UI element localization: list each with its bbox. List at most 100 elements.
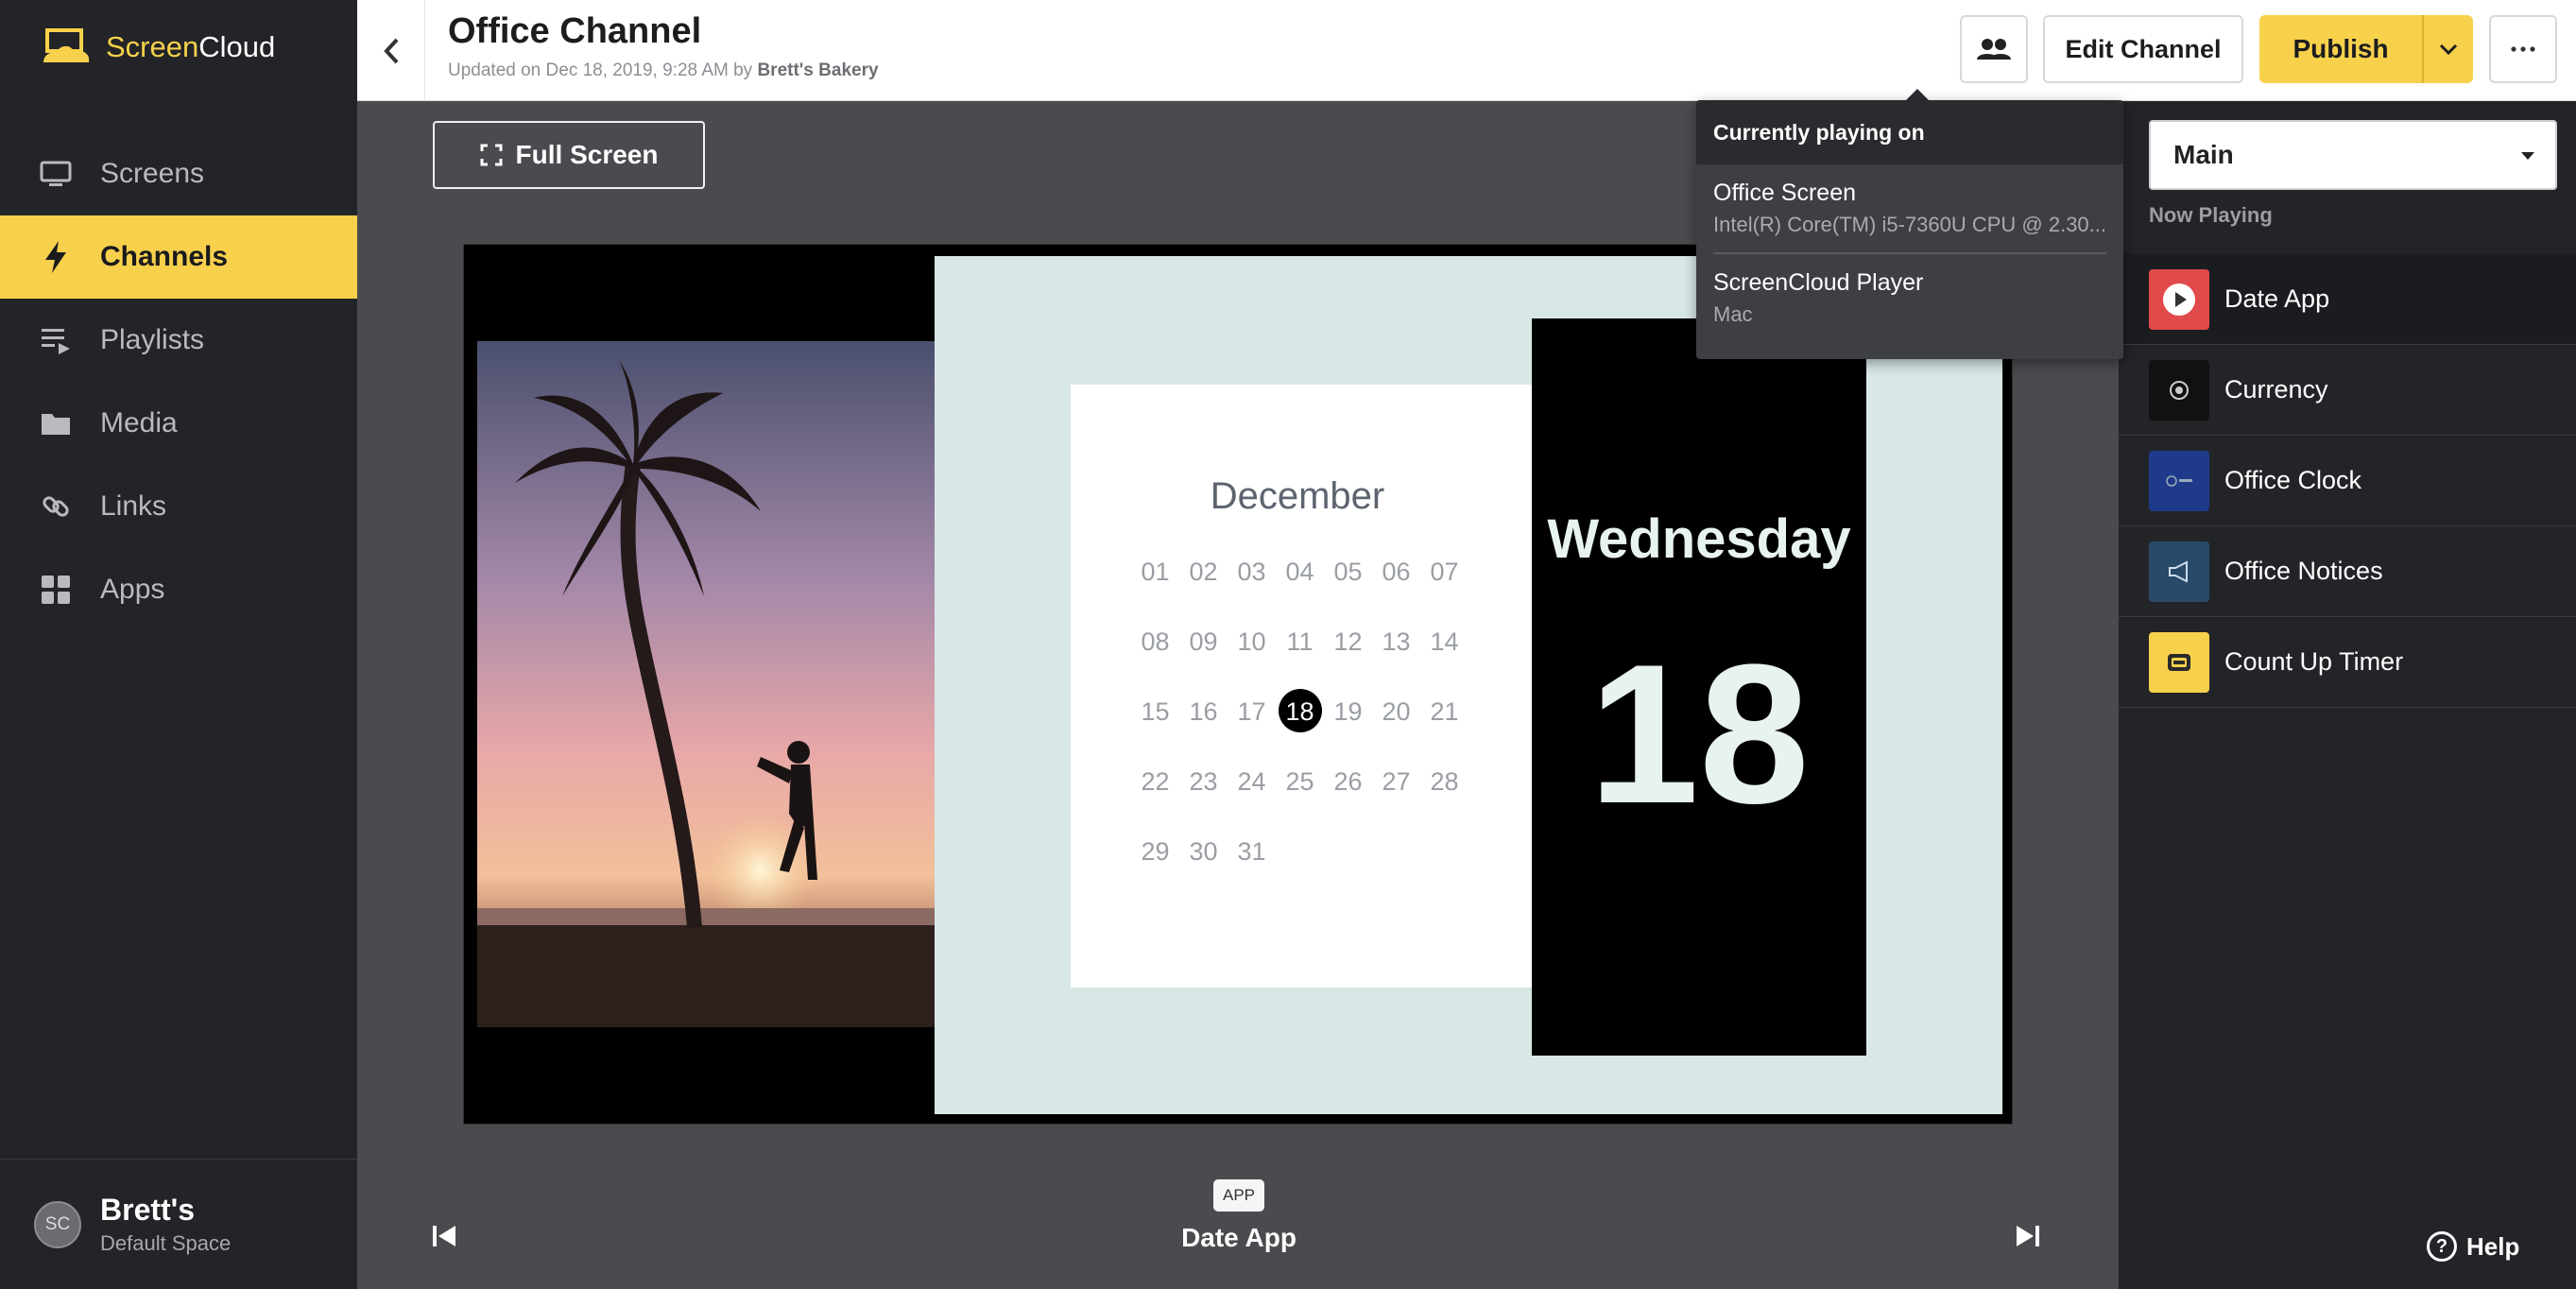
list-item-label: Count Up Timer [2224,647,2404,676]
link-icon [38,489,74,524]
sidebar-item-label: Playlists [100,324,205,355]
calendar-day: 28 [1430,767,1459,796]
list-item[interactable]: Office Clock [2119,436,2576,526]
channel-preview: December 01 02 03 04 05 06 07 08 09 10 11 12 13 14 15 1… [463,244,2013,1125]
logo[interactable]: ScreenCloud [40,26,275,68]
calendar-day: 08 [1141,627,1170,656]
megaphone-thumbnail-icon [2149,541,2209,602]
screen-item[interactable]: ScreenCloud Player Mac [1696,254,2123,327]
screen-description: Mac [1713,302,1753,326]
space-info: Brett's Default Space [100,1193,231,1256]
calendar-day-today: 18 [1276,689,1324,732]
calendar-day: 31 [1237,837,1266,866]
sidebar: ScreenCloud Screens Channels Playlists M… [0,0,357,1289]
list-item[interactable]: Date App [2119,254,2576,345]
fullscreen-label: Full Screen [515,140,659,169]
screencloud-logo-icon [43,28,90,62]
sidebar-item-links[interactable]: Links [0,465,357,548]
share-button[interactable] [1960,15,2028,83]
now-playing-title: Date App [1181,1223,1297,1252]
publish-button[interactable]: Publish [2259,15,2424,83]
weekday-label: Wednesday [1547,508,1851,570]
help-label: Help [2466,1231,2520,1261]
sidebar-item-label: Links [100,490,167,522]
list-item-label: Currency [2224,375,2328,404]
calendar-grid: 01 02 03 04 05 06 07 08 09 10 11 12 13 14 15 16 17 18 19 20… [1131,555,1468,868]
playlist-icon [38,322,74,358]
calendar-day: 01 [1141,558,1170,586]
screen-name: ScreenCloud Player [1713,269,1924,296]
fullscreen-icon [480,144,503,166]
list-item[interactable]: Currency [2119,345,2576,436]
edit-channel-button[interactable]: Edit Channel [2043,15,2243,83]
folder-icon [38,405,74,441]
timer-thumbnail-icon [2149,631,2209,693]
calendar-day: 21 [1430,697,1459,726]
calendar-day: 05 [1333,558,1363,586]
lightning-icon [38,239,74,275]
more-options-button[interactable] [2489,15,2557,83]
space-name: Brett's [100,1193,196,1227]
sidebar-item-media[interactable]: Media [0,382,357,465]
calendar-day: 12 [1333,627,1363,656]
calendar-day: 06 [1382,558,1411,586]
caret-down-icon [2521,152,2534,160]
day-panel: Wednesday 18 [1532,318,1866,1056]
publish-dropdown-button[interactable] [2424,15,2473,83]
calendar-day: 22 [1141,767,1170,796]
day-number: 18 [1589,623,1810,845]
list-item-label: Date App [2224,284,2330,313]
calendar-day: 29 [1141,837,1170,866]
calendar-day: 23 [1189,767,1218,796]
back-button[interactable] [357,0,425,101]
calendar-day: 04 [1285,558,1314,586]
date-app-slide: December 01 02 03 04 05 06 07 08 09 10 11 12 13 14 15 1… [935,256,2002,1114]
sunset-palm-image [477,341,935,1027]
sidebar-item-label: Screens [100,158,205,189]
calendar-day: 30 [1189,837,1218,866]
skip-next-icon [2017,1226,2039,1246]
sidebar-item-apps[interactable]: Apps [0,548,357,631]
sidebar-nav: Screens Channels Playlists Media Links A… [0,132,357,631]
sidebar-item-label: Channels [100,241,229,272]
zone-select-value: Main [2173,140,2234,169]
calendar-day: 25 [1285,767,1314,796]
calendar-card: December 01 02 03 04 05 06 07 08 09 10 11 12 13 14 15 1… [1071,385,1539,988]
users-icon [1977,39,2011,60]
calendar-day: 09 [1189,627,1218,656]
calendar-day: 14 [1430,627,1459,656]
calendar-day: 10 [1237,627,1266,656]
fullscreen-button[interactable]: Full Screen [433,121,705,189]
previous-button[interactable] [431,1223,457,1254]
sidebar-item-screens[interactable]: Screens [0,132,357,215]
calendar-day: 27 [1382,767,1411,796]
screen-description: Intel(R) Core(TM) i5-7360U CPU @ 2.30... [1713,213,2106,236]
sidebar-item-channels[interactable]: Channels [0,215,357,299]
page-title: Office Channel [448,11,702,51]
screen-name: Office Screen [1713,180,1857,206]
calendar-day: 16 [1189,697,1218,726]
grid-icon [38,572,74,608]
calendar-day: 15 [1141,697,1170,726]
app-type-badge: APP [1213,1179,1264,1212]
calendar-day: 20 [1382,697,1411,726]
sidebar-item-playlists[interactable]: Playlists [0,299,357,382]
list-item[interactable]: Count Up Timer [2119,617,2576,708]
calendar-day: 07 [1430,558,1459,586]
calendar-day: 11 [1286,627,1314,656]
calendar-day: 13 [1382,627,1411,656]
right-panel: Main Now Playing Date App Currency Offic… [2119,101,2576,1289]
space-subtitle: Default Space [100,1231,232,1255]
screen-item[interactable]: Office Screen Intel(R) Core(TM) i5-7360U… [1696,164,2123,237]
header: Office Channel Updated on Dec 18, 2019, … [357,0,2576,1125]
next-button[interactable] [2015,1223,2041,1254]
zone-select[interactable]: Main [2149,120,2557,190]
list-item-label: Office Clock [2224,466,2362,494]
question-icon: ? [2427,1231,2457,1262]
space-switcher[interactable]: SC Brett's Default Space [0,1159,357,1289]
list-item[interactable]: Office Notices [2119,526,2576,617]
help-button[interactable]: ? Help [2427,1231,2519,1262]
currently-playing-popover: Currently playing on Office Screen Intel… [1696,89,2123,359]
chevron-down-icon [2439,43,2458,55]
calendar-day: 02 [1189,558,1218,586]
